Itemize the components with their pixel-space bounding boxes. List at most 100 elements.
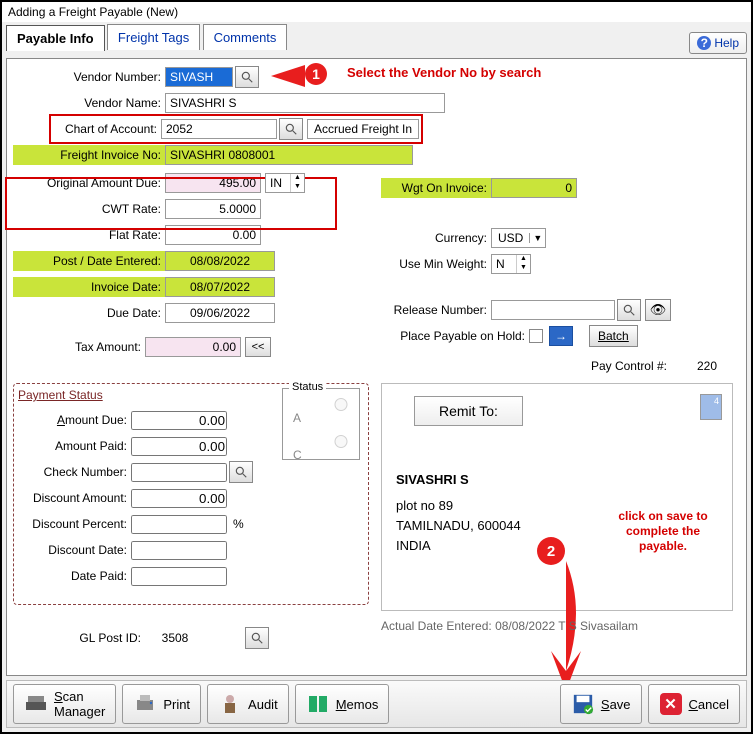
invoice-date-input[interactable] (165, 277, 275, 297)
search-icon (622, 303, 636, 317)
spinner-up-icon[interactable]: ▲ (517, 255, 530, 264)
vendor-name-label: Vendor Name: (13, 96, 165, 110)
cancel-button[interactable]: ✕ Cancel (648, 684, 740, 724)
pay-control-label: Pay Control #: (591, 359, 671, 373)
annotation-save: click on save to complete the payable. (603, 509, 723, 554)
search-icon (240, 70, 254, 84)
discount-amount-label: Discount Amount: (18, 491, 131, 505)
window-title: Adding a Freight Payable (New) (2, 2, 751, 22)
remit-to-panel: Remit To: 4 SIVASHRI S plot no 89 TAMILN… (381, 383, 733, 611)
orig-amount-unit-value: IN (266, 176, 290, 190)
vendor-number-input[interactable] (165, 67, 233, 87)
pay-control-value: 220 (671, 359, 721, 373)
due-date-label: Due Date: (13, 306, 165, 320)
flat-rate-label: Flat Rate: (13, 228, 165, 242)
freight-invoice-input[interactable] (165, 145, 413, 165)
date-paid-input[interactable] (131, 567, 227, 586)
vendor-search-button[interactable] (235, 66, 259, 88)
scanner-icon (24, 692, 48, 716)
discount-percent-input[interactable] (131, 515, 227, 534)
remit-name: SIVASHRI S (396, 470, 521, 490)
wgt-on-invoice-input[interactable] (491, 178, 577, 198)
status-radio-a[interactable] (293, 398, 389, 411)
remit-addr-line2: TAMILNADU, 600044 (396, 516, 521, 536)
currency-value: USD (492, 231, 529, 245)
help-button[interactable]: Help (689, 32, 747, 54)
search-icon (250, 631, 264, 645)
date-paid-label: Date Paid: (18, 569, 131, 583)
memos-button[interactable]: Memos (295, 684, 390, 724)
spinner-down-icon[interactable]: ▼ (517, 264, 530, 273)
place-on-hold-label: Place Payable on Hold: (381, 329, 529, 343)
form-body: Select the Vendor No by search 1 Vendor … (6, 58, 747, 676)
release-search-button[interactable] (617, 299, 641, 321)
amount-paid-input[interactable] (131, 437, 227, 456)
payment-status-section: Payment Status Status A C Amount Due: Am… (13, 383, 369, 605)
tax-amount-input[interactable] (145, 337, 241, 357)
status-radio-c[interactable] (293, 435, 389, 448)
discount-percent-label: Discount Percent: (18, 517, 131, 531)
place-on-hold-checkbox[interactable] (529, 329, 543, 343)
discount-date-input[interactable] (131, 541, 227, 560)
tab-comments[interactable]: Comments (203, 24, 288, 50)
printer-icon (133, 692, 157, 716)
save-icon (571, 692, 595, 716)
percent-symbol: % (233, 517, 244, 531)
search-icon (234, 465, 248, 479)
coa-search-button[interactable] (279, 118, 303, 140)
callout-1: 1 (271, 63, 341, 105)
tax-amount-rewind-button[interactable]: << (245, 337, 271, 357)
use-min-weight-label: Use Min Weight: (381, 257, 491, 271)
use-min-weight-value: N (492, 257, 516, 271)
status-group: Status A C (282, 388, 360, 460)
gl-search-button[interactable] (245, 627, 269, 649)
close-icon: ✕ (659, 692, 683, 716)
release-view-button[interactable]: 👁 (645, 299, 671, 321)
use-min-weight-spinner[interactable]: N ▲▼ (491, 254, 531, 274)
gl-post-value: 3508 (145, 631, 205, 645)
coa-label: Chart of Account: (53, 122, 161, 136)
release-number-input[interactable] (491, 300, 615, 320)
spinner-down-icon[interactable]: ▼ (291, 183, 304, 192)
tab-freight-tags[interactable]: Freight Tags (107, 24, 200, 50)
freight-invoice-label: Freight Invoice No: (13, 145, 165, 165)
vendor-number-label: Vendor Number: (13, 70, 165, 84)
tax-amount-label: Tax Amount: (13, 340, 145, 354)
due-date-input[interactable] (165, 303, 275, 323)
tab-payable-info[interactable]: Payable Info (6, 25, 105, 51)
save-button[interactable]: Save (560, 684, 642, 724)
actual-date-entered: Actual Date Entered: 08/08/2022 T S Siva… (381, 619, 638, 633)
amount-due-input[interactable] (131, 411, 227, 430)
wgt-on-invoice-label: Wgt On Invoice: (381, 178, 491, 198)
remit-addr-line3: INDIA (396, 536, 521, 556)
amount-due-label: Amount Due: (18, 413, 131, 427)
check-search-button[interactable] (229, 461, 253, 483)
chevron-down-icon: ▼ (529, 233, 545, 243)
print-button[interactable]: Print (122, 684, 201, 724)
check-number-input[interactable] (131, 463, 227, 482)
search-icon (284, 122, 298, 136)
orig-amount-unit-spinner[interactable]: IN ▲▼ (265, 173, 305, 193)
annotation-vendor-search: Select the Vendor No by search (347, 65, 541, 80)
gl-post-label: GL Post ID: (13, 631, 145, 645)
invoice-date-label: Invoice Date: (13, 277, 165, 297)
discount-date-label: Discount Date: (18, 543, 131, 557)
batch-button[interactable]: Batch (589, 325, 638, 347)
coa-input[interactable] (161, 119, 277, 139)
spinner-up-icon[interactable]: ▲ (291, 174, 304, 183)
currency-select[interactable]: USD▼ (491, 228, 546, 248)
amount-paid-label: Amount Paid: (18, 439, 131, 453)
remit-to-button[interactable]: Remit To: (414, 396, 523, 426)
discount-amount-input[interactable] (131, 489, 227, 508)
hold-go-button[interactable]: → (549, 326, 573, 346)
post-date-input[interactable] (165, 251, 275, 271)
memos-icon (306, 692, 330, 716)
scan-manager-button[interactable]: ScanManager (13, 684, 116, 724)
post-date-label: Post / Date Entered: (13, 251, 165, 271)
release-number-label: Release Number: (381, 303, 491, 317)
status-legend: Status (289, 381, 326, 393)
audit-icon (218, 692, 242, 716)
audit-button[interactable]: Audit (207, 684, 289, 724)
remit-addr-line1: plot no 89 (396, 496, 521, 516)
tab-strip: Payable Info Freight Tags Comments (6, 24, 747, 52)
